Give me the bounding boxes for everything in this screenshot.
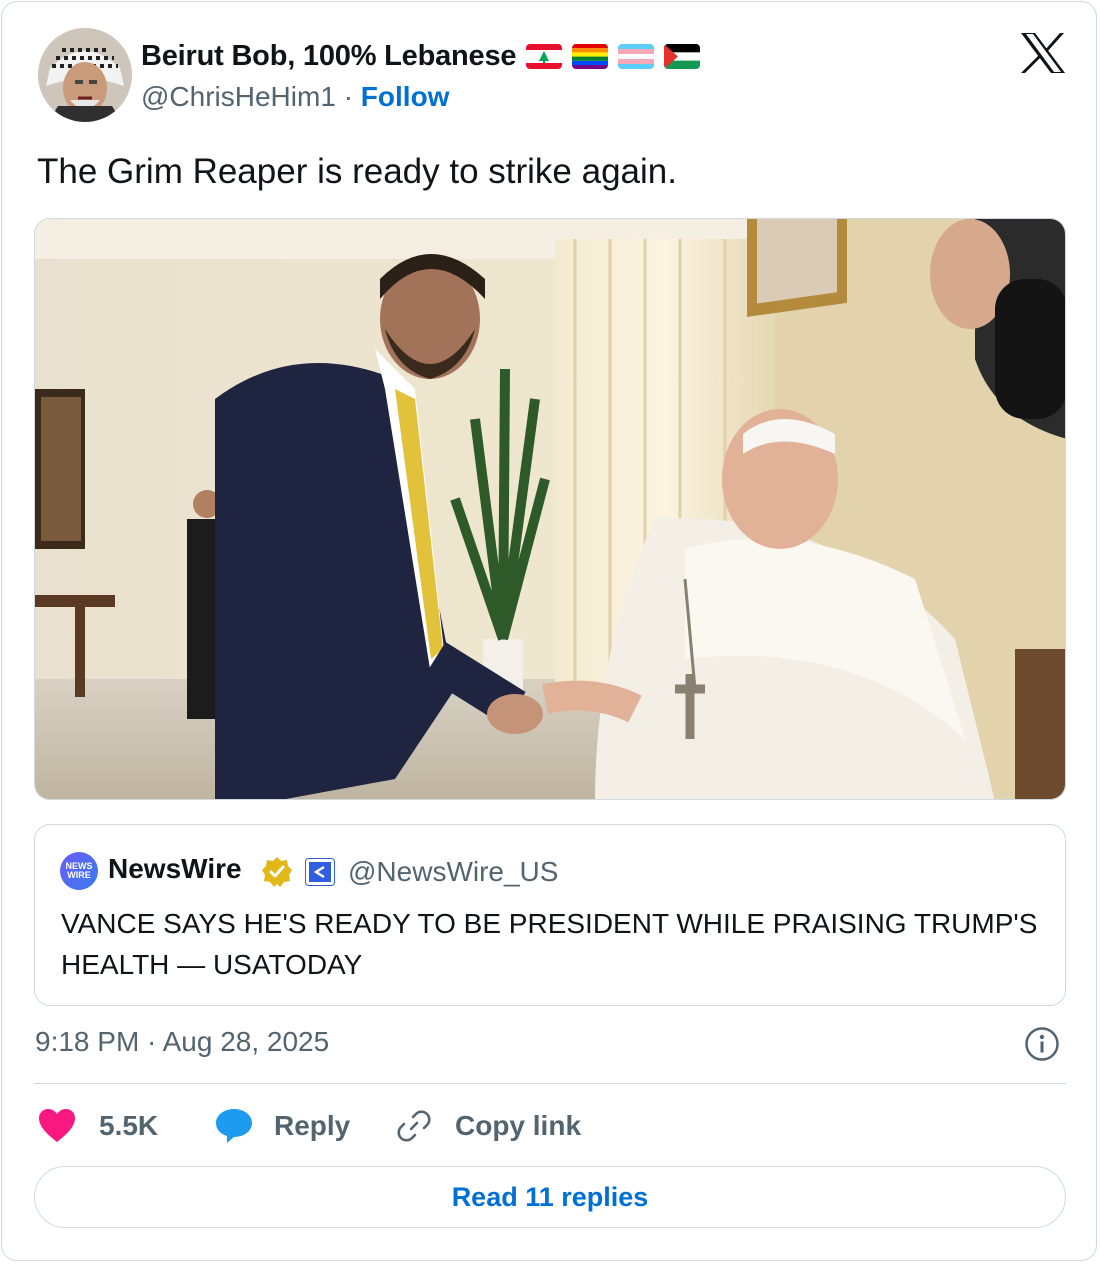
author-name-row: Beirut Bob, 100% Lebanese xyxy=(141,38,701,74)
author-avatar[interactable] xyxy=(38,28,132,122)
rainbow-flag-icon xyxy=(572,43,609,69)
copy-link-action[interactable]: Copy link xyxy=(396,1105,581,1147)
palestine-flag-icon xyxy=(664,43,701,69)
tweet-photo[interactable] xyxy=(34,218,1066,800)
transgender-flag-icon xyxy=(618,43,655,69)
copy-link-label: Copy link xyxy=(455,1110,582,1141)
quoted-text: VANCE SAYS HE'S READY TO BE PRESIDENT WH… xyxy=(61,908,1038,980)
quoted-tweet[interactable]: NEWS WIRE NewsWire @NewsWire_US VANCE SA… xyxy=(34,824,1066,1006)
separator-dot: · xyxy=(343,81,354,112)
quoted-display-name[interactable]: NewsWire xyxy=(108,853,242,885)
author-display-name[interactable]: Beirut Bob, 100% Lebanese xyxy=(141,40,517,73)
tweet-text: The Grim Reaper is ready to strike again… xyxy=(37,152,677,191)
author-handle[interactable]: @ChrisHeHim1 xyxy=(141,81,336,112)
info-icon[interactable] xyxy=(1024,1026,1060,1062)
author-handle-row: @ChrisHeHim1 · Follow xyxy=(141,81,449,113)
link-icon xyxy=(397,1110,431,1142)
quoted-avatar[interactable]: NEWS WIRE xyxy=(60,852,98,890)
reply-action[interactable]: Reply xyxy=(215,1105,350,1147)
verified-badge-icon xyxy=(261,856,293,888)
x-logo-icon[interactable] xyxy=(1020,32,1066,74)
like-action[interactable]: 5.5K xyxy=(38,1105,158,1147)
heart-icon xyxy=(39,1109,75,1142)
tweet-timestamp[interactable]: 9:18 PM · Aug 28, 2025 xyxy=(35,1026,329,1058)
divider xyxy=(34,1083,1066,1084)
read-replies-button[interactable]: Read 11 replies xyxy=(34,1166,1066,1228)
lebanon-flag-icon xyxy=(526,43,563,69)
affiliate-org-icon xyxy=(305,858,335,886)
quoted-handle[interactable]: @NewsWire_US xyxy=(348,856,558,888)
like-count: 5.5K xyxy=(99,1110,159,1141)
reply-label: Reply xyxy=(274,1110,351,1141)
reply-bubble-icon xyxy=(216,1109,252,1143)
follow-button[interactable]: Follow xyxy=(361,81,450,112)
